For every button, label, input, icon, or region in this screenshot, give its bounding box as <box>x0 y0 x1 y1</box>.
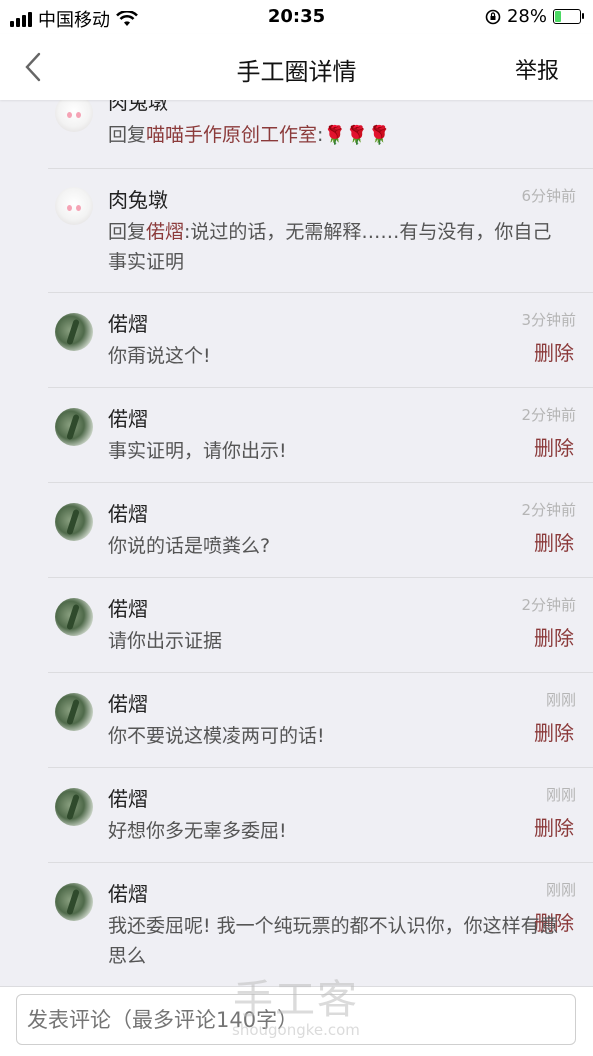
reply-prefix: 回复 <box>108 221 147 243</box>
status-right: 28% <box>485 6 584 27</box>
comment-item: 偌熠 刚刚 删除 好想你多无辜多委屈! <box>48 768 593 863</box>
comment-time: 刚刚 <box>545 691 576 709</box>
comment-text: 你不要说这模凌两可的话! <box>108 725 325 747</box>
plant-avatar[interactable] <box>55 503 93 541</box>
comment-author[interactable]: 偌熠 <box>108 878 148 907</box>
rotation-lock-icon <box>485 9 501 24</box>
plant-avatar[interactable] <box>55 313 93 351</box>
plant-avatar[interactable] <box>55 693 93 731</box>
comment-time: 刚刚 <box>545 881 576 899</box>
comment-input[interactable] <box>16 994 576 1045</box>
comment-author[interactable]: 肉兔墩 <box>108 184 168 213</box>
comment-time: 2分钟前 <box>521 501 576 519</box>
comment-author[interactable]: 偌熠 <box>108 783 148 812</box>
comment-item: 肉兔墩 6分钟前 回复偌熠:说过的话，无需解释……有与没有，你自己事实证明 <box>48 169 593 293</box>
comment-content: 回复喵喵手作原创工作室:🌹🌹🌹 <box>108 120 568 151</box>
comment-text: 请你出示证据 <box>108 630 223 652</box>
reply-prefix: 回复 <box>108 124 147 146</box>
comment-time: 刚刚 <box>545 786 576 804</box>
comment-time: 3分钟前 <box>521 311 576 329</box>
comment-list: 肉兔墩 回复喵喵手作原创工作室:🌹🌹🌹 肉兔墩 6分钟前 回复偌熠:说过的话，无… <box>0 100 593 986</box>
comment-text: 你甭说这个! <box>108 345 211 367</box>
comment-author[interactable]: 偌熠 <box>108 688 148 717</box>
status-bar: 中国移动 20:35 28% <box>0 0 593 34</box>
battery-icon <box>553 9 584 24</box>
comment-time: 6分钟前 <box>521 187 576 205</box>
comment-item: 偌熠 2分钟前 删除 请你出示证据 <box>48 578 593 673</box>
comment-text: 你说的话是喷粪么? <box>108 535 271 557</box>
comment-item: 偌熠 刚刚 删除 你不要说这模凌两可的话! <box>48 673 593 768</box>
comment-item: 肉兔墩 回复喵喵手作原创工作室:🌹🌹🌹 <box>48 100 593 169</box>
comment-item: 偌熠 2分钟前 删除 你说的话是喷粪么? <box>48 483 593 578</box>
comment-bar <box>0 986 593 1056</box>
comment-author[interactable]: 偌熠 <box>108 308 148 337</box>
comment-text: 好想你多无辜多委屈! <box>108 820 287 842</box>
comment-item: 偌熠 刚刚 删除 我还委屈呢! 我一个纯玩票的都不认识你，你这样有意思么 <box>48 863 593 986</box>
plant-avatar[interactable] <box>55 598 93 636</box>
battery-percent: 28% <box>506 6 547 27</box>
page-title: 手工圈详情 <box>236 58 357 86</box>
plant-avatar[interactable] <box>55 408 93 446</box>
comment-author[interactable]: 偌熠 <box>108 593 148 622</box>
plant-avatar[interactable] <box>55 788 93 826</box>
comment-author[interactable]: 肉兔墩 <box>108 100 168 115</box>
reply-target[interactable]: 偌熠 <box>146 221 184 243</box>
reply-target[interactable]: 喵喵手作原创工作室 <box>146 124 317 146</box>
rabbit-avatar[interactable] <box>55 100 93 132</box>
plant-avatar[interactable] <box>55 883 93 921</box>
comment-content: 回复偌熠:说过的话，无需解释……有与没有，你自己事实证明 <box>108 217 568 277</box>
rabbit-avatar[interactable] <box>55 187 93 225</box>
nav-bar: 手工圈详情 举报 <box>0 34 593 100</box>
comment-time: 2分钟前 <box>521 406 576 424</box>
comment-time: 2分钟前 <box>521 596 576 614</box>
rose-emoji: 🌹🌹🌹 <box>323 125 391 146</box>
comment-item: 偌熠 3分钟前 删除 你甭说这个! <box>48 293 593 388</box>
battery-fill <box>555 11 561 22</box>
comment-text: 我还委屈呢! 我一个纯玩票的都不认识你，你这样有意思么 <box>108 915 559 967</box>
comment-text: 事实证明，请你出示! <box>108 440 287 462</box>
comment-author[interactable]: 偌熠 <box>108 498 148 527</box>
report-button[interactable]: 举报 <box>515 53 559 85</box>
comment-author[interactable]: 偌熠 <box>108 403 148 432</box>
comment-item: 偌熠 2分钟前 删除 事实证明，请你出示! <box>48 388 593 483</box>
